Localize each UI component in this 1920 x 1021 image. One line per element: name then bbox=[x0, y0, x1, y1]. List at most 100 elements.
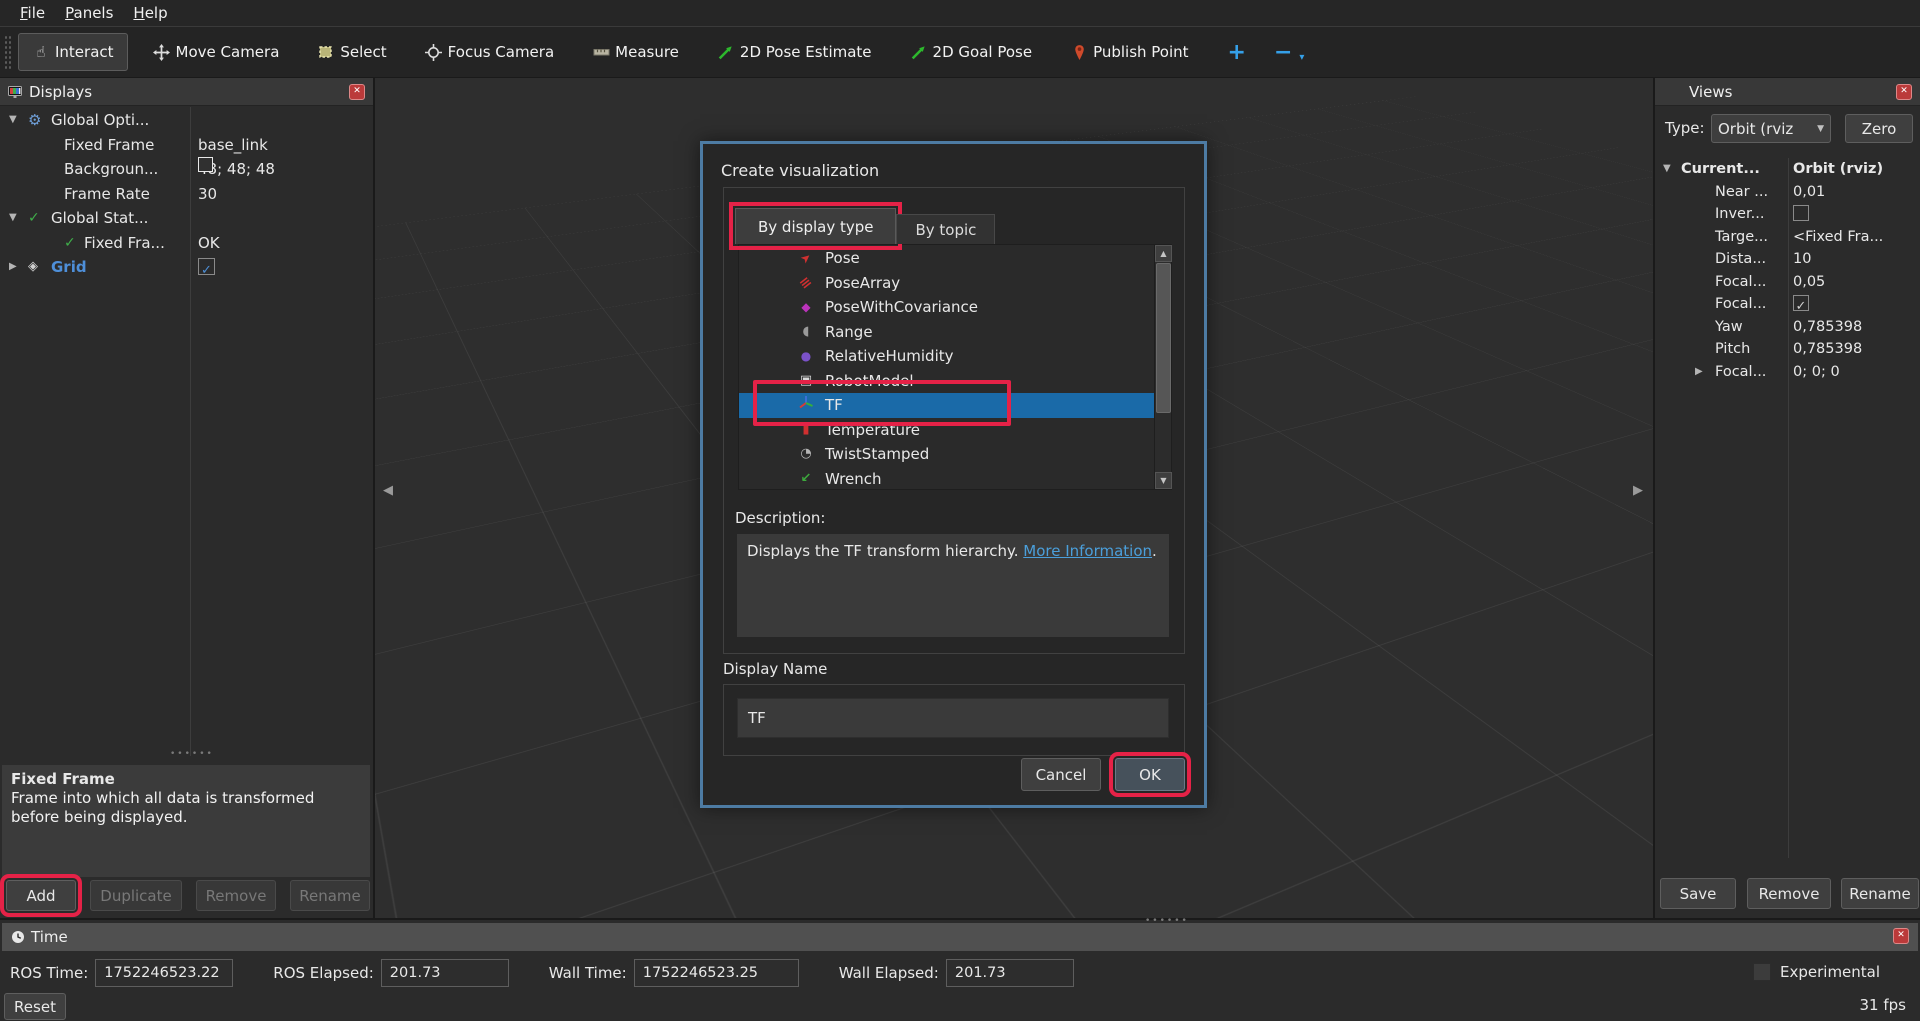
collapse-left-icon[interactable]: ◀ bbox=[383, 483, 393, 498]
duplicate-button[interactable]: Duplicate bbox=[90, 880, 182, 911]
display-type-temperature[interactable]: ▮Temperature bbox=[739, 418, 1154, 443]
display-row-frame-rate[interactable]: Frame Rate30 bbox=[0, 182, 373, 207]
row-label: Backgroun... bbox=[64, 157, 158, 182]
reset-button[interactable]: Reset bbox=[4, 993, 66, 1020]
wall-time-value[interactable]: 1752246523.25 bbox=[634, 959, 799, 987]
chevron-down-icon[interactable]: ▼ bbox=[9, 108, 17, 133]
views-column-divider[interactable] bbox=[1788, 158, 1789, 858]
measure-icon bbox=[592, 43, 610, 61]
view-type-value: Orbit (rviz bbox=[1718, 120, 1793, 138]
display-type-label: RelativeHumidity bbox=[825, 344, 954, 369]
toolbar-drag-handle[interactable] bbox=[4, 35, 12, 69]
tool-move-camera[interactable]: Move Camera bbox=[140, 33, 293, 71]
chevron-right-icon[interactable]: ▶ bbox=[1695, 361, 1703, 384]
row-checkbox[interactable]: ✓ bbox=[1793, 295, 1809, 311]
display-type-posewithcovariance[interactable]: ◆PoseWithCovariance bbox=[739, 295, 1154, 320]
tab-by-display-type[interactable]: By display type bbox=[735, 208, 896, 244]
display-row-fixed-frame[interactable]: Fixed Framebase_link bbox=[0, 133, 373, 158]
tab-by-topic[interactable]: By topic bbox=[896, 214, 995, 244]
zero-button[interactable]: Zero bbox=[1845, 114, 1913, 143]
views-remove-button[interactable]: Remove bbox=[1747, 878, 1831, 909]
view-type-combobox[interactable]: Orbit (rviz ▼ bbox=[1711, 114, 1831, 143]
ros-elapsed-label: ROS Elapsed: bbox=[273, 964, 374, 982]
row-label: Yaw bbox=[1715, 316, 1743, 339]
display-row-backgroun[interactable]: Backgroun... 48; 48; 48 bbox=[0, 157, 373, 182]
display-row-global-opti[interactable]: ▼⚙Global Opti... bbox=[0, 108, 373, 133]
tool-label: 2D Goal Pose bbox=[933, 43, 1033, 61]
displays-splitter-handle[interactable]: •••••• bbox=[170, 749, 214, 759]
tool-interact[interactable]: ☝Interact bbox=[18, 33, 128, 71]
row-checkbox[interactable]: ✓ bbox=[198, 258, 215, 275]
tool-measure[interactable]: Measure bbox=[579, 33, 692, 71]
views-close-icon[interactable]: ✕ bbox=[1896, 84, 1912, 100]
add-button[interactable]: Add bbox=[6, 880, 76, 911]
menu-bar: FilePanelsHelp bbox=[0, 0, 1920, 27]
displays-close-icon[interactable]: ✕ bbox=[349, 84, 365, 100]
chevron-down-icon[interactable]: ▼ bbox=[1663, 158, 1671, 181]
tool-select[interactable]: Select bbox=[304, 33, 399, 71]
row-value: <Fixed Fra... bbox=[1793, 226, 1883, 249]
more-information-link[interactable]: More Information bbox=[1023, 542, 1152, 560]
chevron-right-icon[interactable]: ▶ bbox=[9, 255, 17, 280]
scrollbar-thumb[interactable] bbox=[1156, 263, 1171, 413]
experimental-label: Experimental bbox=[1780, 963, 1880, 981]
chevron-down-icon[interactable]: ▼ bbox=[9, 206, 17, 231]
display-type-range[interactable]: ◖Range bbox=[739, 320, 1154, 345]
tool-publish-point[interactable]: Publish Point bbox=[1057, 33, 1201, 71]
display-type-pose[interactable]: ➤Pose bbox=[739, 246, 1154, 271]
ok-button[interactable]: OK bbox=[1115, 758, 1185, 791]
relativehumidity-icon: ● bbox=[795, 344, 817, 369]
tool-label: Interact bbox=[55, 43, 114, 61]
rviz-window: FilePanelsHelp ☝Interact Move Camera Selec… bbox=[0, 0, 1920, 1021]
display-type-relativehumidity[interactable]: ● RelativeHumidity bbox=[739, 344, 1154, 369]
views-rename-button[interactable]: Rename bbox=[1841, 878, 1919, 909]
display-type-robotmodel[interactable]: ▣RobotModel bbox=[739, 369, 1154, 394]
dialog-title: Create visualization bbox=[721, 161, 879, 180]
time-close-icon[interactable]: ✕ bbox=[1893, 928, 1909, 944]
tool-focus-camera[interactable]: Focus Camera bbox=[412, 33, 567, 71]
row-value: 48; 48; 48 bbox=[198, 157, 275, 182]
row-checkbox[interactable] bbox=[1793, 205, 1809, 221]
row-label: Grid bbox=[51, 255, 87, 280]
experimental-option[interactable]: Experimental bbox=[1753, 963, 1880, 981]
display-type-wrench[interactable]: ↙Wrench bbox=[739, 467, 1154, 492]
cancel-button[interactable]: Cancel bbox=[1021, 758, 1101, 791]
views-save-button[interactable]: Save bbox=[1660, 878, 1736, 909]
ros-elapsed-value[interactable]: 201.73 bbox=[381, 959, 509, 987]
list-scrollbar[interactable]: ▲ ▼ bbox=[1154, 245, 1171, 489]
color-swatch[interactable] bbox=[198, 157, 213, 172]
3d-viewport[interactable]: ◀ ▶ Create visualization By display type… bbox=[375, 78, 1653, 918]
tool-2d-pose-estimate[interactable]: 2D Pose Estimate bbox=[704, 33, 885, 71]
add-tool-button[interactable]: + bbox=[1214, 40, 1260, 65]
remove-button[interactable]: Remove bbox=[196, 880, 276, 911]
row-label: Dista... bbox=[1715, 248, 1766, 271]
display-row-grid[interactable]: ▶◈Grid✓ bbox=[0, 255, 373, 280]
remove-tool-button[interactable]: −▾ bbox=[1260, 40, 1306, 65]
menu-help[interactable]: Help bbox=[123, 4, 177, 22]
display-name-input[interactable]: TF bbox=[737, 698, 1169, 738]
time-panel-title: Time bbox=[25, 928, 68, 946]
time-fields: ROS Time:1752246523.22ROS Elapsed:201.73… bbox=[10, 959, 1114, 987]
collapse-right-icon[interactable]: ▶ bbox=[1633, 483, 1643, 498]
tool-label: Select bbox=[340, 43, 386, 61]
tool-2d-goal-pose[interactable]: 2D Goal Pose bbox=[897, 33, 1046, 71]
experimental-checkbox[interactable] bbox=[1753, 963, 1771, 981]
display-row-global-stat[interactable]: ▼✓Global Stat... bbox=[0, 206, 373, 231]
scroll-up-icon[interactable]: ▲ bbox=[1155, 245, 1172, 262]
display-type-tf[interactable]: TF bbox=[739, 393, 1154, 418]
displays-column-divider[interactable] bbox=[190, 107, 191, 756]
time-panel-header: Time ✕ bbox=[2, 923, 1918, 951]
fps-counter: 31 fps bbox=[1860, 996, 1906, 1014]
ros-time-value[interactable]: 1752246523.22 bbox=[95, 959, 233, 987]
display-row-fixed-fra[interactable]: ✓Fixed Fra...OK bbox=[0, 231, 373, 256]
display-type-posearray[interactable]: ≡PoseArray bbox=[739, 271, 1154, 296]
menu-file[interactable]: File bbox=[10, 4, 55, 22]
row-value: Orbit (rviz) bbox=[1793, 158, 1883, 181]
scroll-down-icon[interactable]: ▼ bbox=[1155, 472, 1172, 489]
display-type-label: Range bbox=[825, 320, 873, 345]
display-type-label: PoseWithCovariance bbox=[825, 295, 978, 320]
wall-elapsed-value[interactable]: 201.73 bbox=[946, 959, 1074, 987]
display-type-twiststamped[interactable]: ◔TwistStamped bbox=[739, 442, 1154, 467]
rename-button[interactable]: Rename bbox=[290, 880, 370, 911]
menu-panels[interactable]: Panels bbox=[55, 4, 123, 22]
